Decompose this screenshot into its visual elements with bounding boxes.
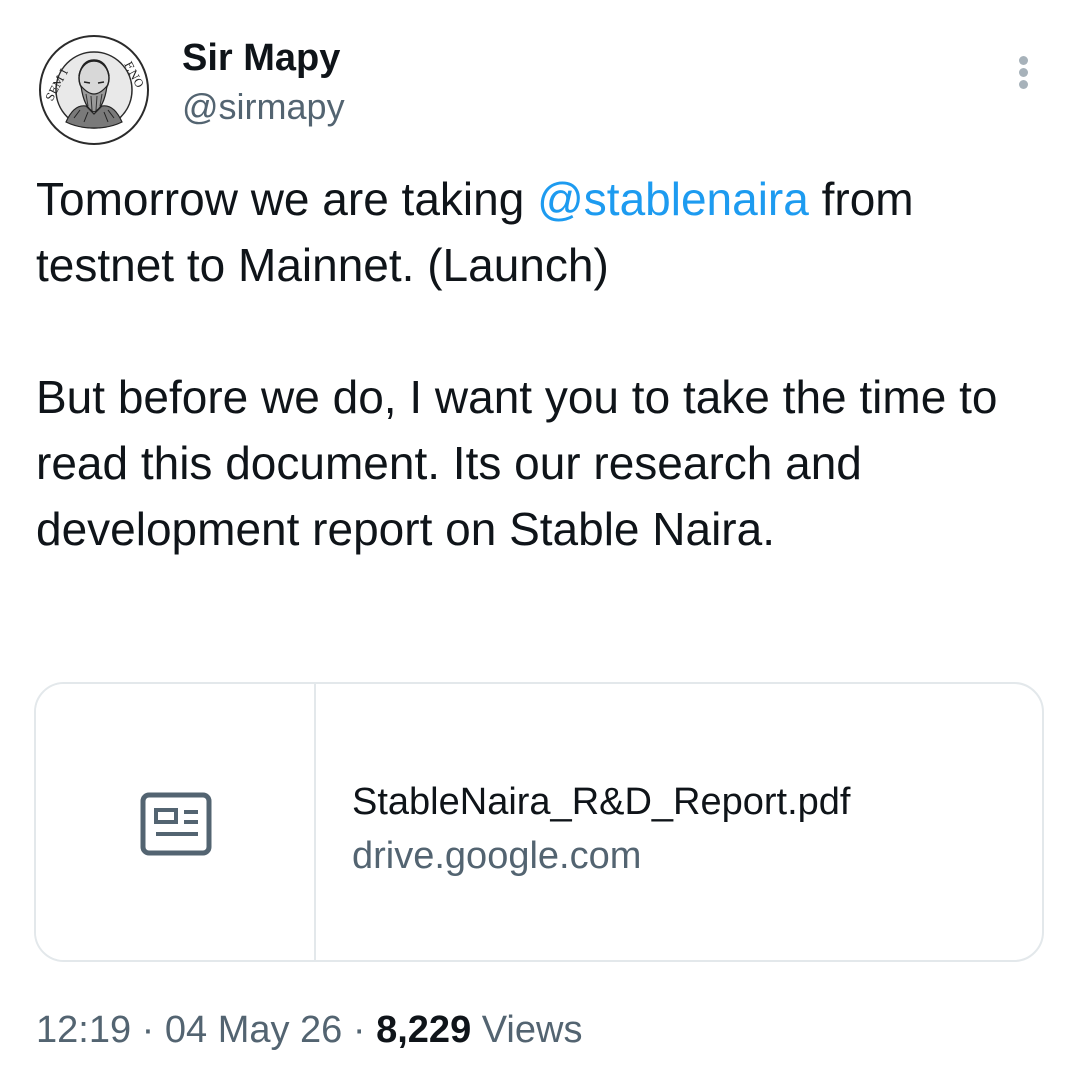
link-card-thumbnail (36, 684, 316, 960)
avatar[interactable]: SEM I F.NO (38, 34, 150, 146)
views-count[interactable]: 8,229 (376, 1009, 471, 1051)
more-dot-icon (1019, 80, 1028, 89)
link-card-title: StableNaira_R&D_Report.pdf (352, 781, 851, 823)
mention-link[interactable]: @stablenaira (537, 173, 809, 225)
link-card-domain: drive.google.com (352, 835, 642, 877)
more-dot-icon (1019, 68, 1028, 77)
portrait-medallion-icon: SEM I F.NO (39, 35, 149, 145)
tweet-paragraph-1: Tomorrow we are taking @stablenaira from… (36, 166, 1056, 298)
tweet-text-part1: Tomorrow we are taking (36, 173, 538, 225)
meta-separator: · (141, 1009, 155, 1051)
author-handle[interactable]: @sirmapy (182, 86, 345, 128)
more-options-button[interactable] (1004, 50, 1044, 94)
link-card[interactable]: StableNaira_R&D_Report.pdf drive.google.… (34, 682, 1044, 962)
document-icon (140, 792, 212, 856)
author-name[interactable]: Sir Mapy (182, 36, 340, 80)
tweet-meta: 12:19 · 04 May 26 · 8,229 Views (36, 1006, 582, 1054)
more-dot-icon (1019, 56, 1028, 65)
tweet-text: Tomorrow we are taking @stablenaira from… (36, 166, 1056, 562)
tweet-time[interactable]: 12:19 (36, 1009, 131, 1051)
tweet-date[interactable]: 04 May 26 (165, 1009, 342, 1051)
meta-separator: · (352, 1009, 366, 1051)
tweet: SEM I F.NO Sir Mapy @sirmapy Tomorrow we… (0, 0, 1080, 1068)
tweet-paragraph-2: But before we do, I want you to take the… (36, 371, 998, 555)
views-label: Views (481, 1009, 583, 1051)
